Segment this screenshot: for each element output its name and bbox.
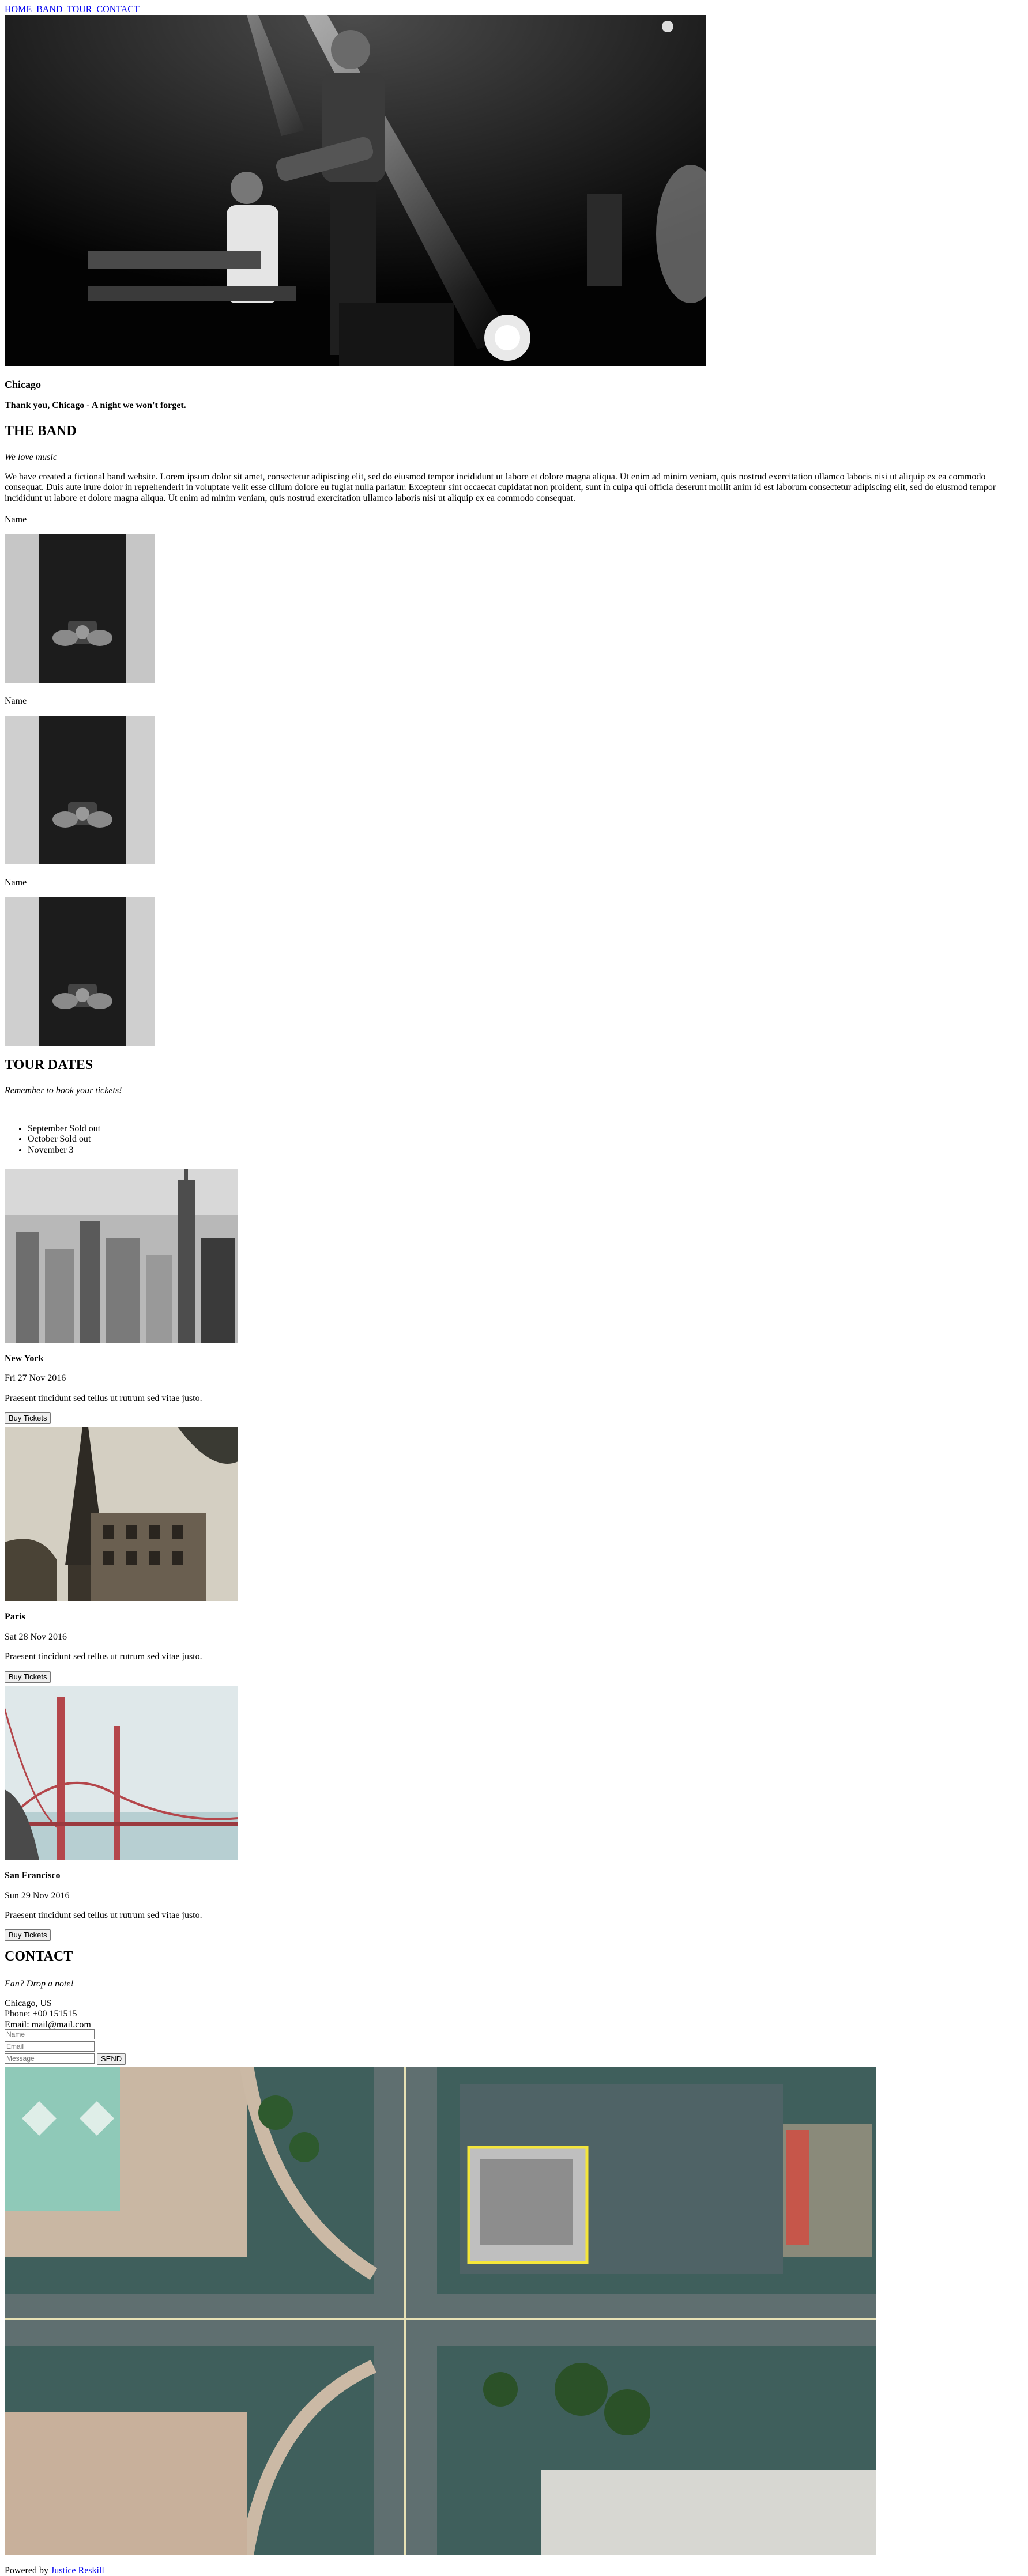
show-description: Praesent tincidunt sed tellus ut rutrum … [5,1652,202,1661]
san-francisco-photo [5,1686,238,1860]
member-name: Name [5,878,27,887]
contact-location: Chicago, US [5,1999,52,2008]
band-heading: THE BAND [5,424,77,439]
footer-link[interactable]: Justice Reskill [51,2566,104,2575]
name-field[interactable] [5,2029,95,2039]
new-york-photo [5,1169,238,1343]
tour-tagline: Remember to book your tickets! [5,1086,122,1096]
band-tagline: We love music [5,452,57,462]
footer-text: Powered by [5,2566,51,2575]
tour-month-list: September Sold out October Sold out Nove… [28,1124,100,1155]
paris-photo [5,1427,238,1601]
hero-title: Chicago [5,379,41,390]
show-date: Fri 27 Nov 2016 [5,1373,66,1383]
footer: Powered by Justice Reskill [5,2566,104,2576]
buy-tickets-button[interactable]: Buy Tickets [5,1412,51,1424]
show-description: Praesent tincidunt sed tellus ut rutrum … [5,1393,202,1403]
member-name: Name [5,696,27,706]
show-city: New York [5,1354,44,1363]
list-item: October Sold out [28,1134,100,1145]
show-date: Sun 29 Nov 2016 [5,1891,70,1901]
show-date: Sat 28 Nov 2016 [5,1632,67,1642]
contact-phone: Phone: +00 151515 [5,2009,77,2019]
show-description: Praesent tincidunt sed tellus ut rutrum … [5,1910,202,1920]
list-item: November 3 [28,1145,100,1155]
aerial-city-photo [5,2067,876,2555]
contact-tagline: Fan? Drop a note! [5,1979,74,1989]
list-item: September Sold out [28,1124,100,1134]
member-name: Name [5,515,27,524]
nav-tour-link[interactable]: TOUR [67,5,92,14]
send-button[interactable]: SEND [97,2053,126,2065]
band-description: We have created a fictional band website… [5,472,996,503]
show-city: Paris [5,1612,25,1622]
contact-heading: CONTACT [5,1949,73,1964]
hero-band-photo [5,15,706,366]
nav-contact-link[interactable]: CONTACT [96,5,139,14]
member-photo [5,716,155,864]
contact-info: Chicago, US Phone: +00 151515 Email: mai… [5,1999,91,2030]
hero-subtitle: Thank you, Chicago - A night we won't fo… [5,401,186,410]
buy-tickets-button[interactable]: Buy Tickets [5,1671,51,1683]
top-nav: HOME BAND TOUR CONTACT [5,5,142,15]
message-field[interactable] [5,2053,95,2064]
member-photo [5,897,155,1046]
email-field[interactable] [5,2041,95,2052]
buy-tickets-button[interactable]: Buy Tickets [5,1929,51,1941]
tour-heading: TOUR DATES [5,1057,93,1072]
show-city: San Francisco [5,1871,61,1880]
member-photo [5,534,155,683]
nav-home-link[interactable]: HOME [5,5,32,14]
nav-band-link[interactable]: BAND [36,5,62,14]
